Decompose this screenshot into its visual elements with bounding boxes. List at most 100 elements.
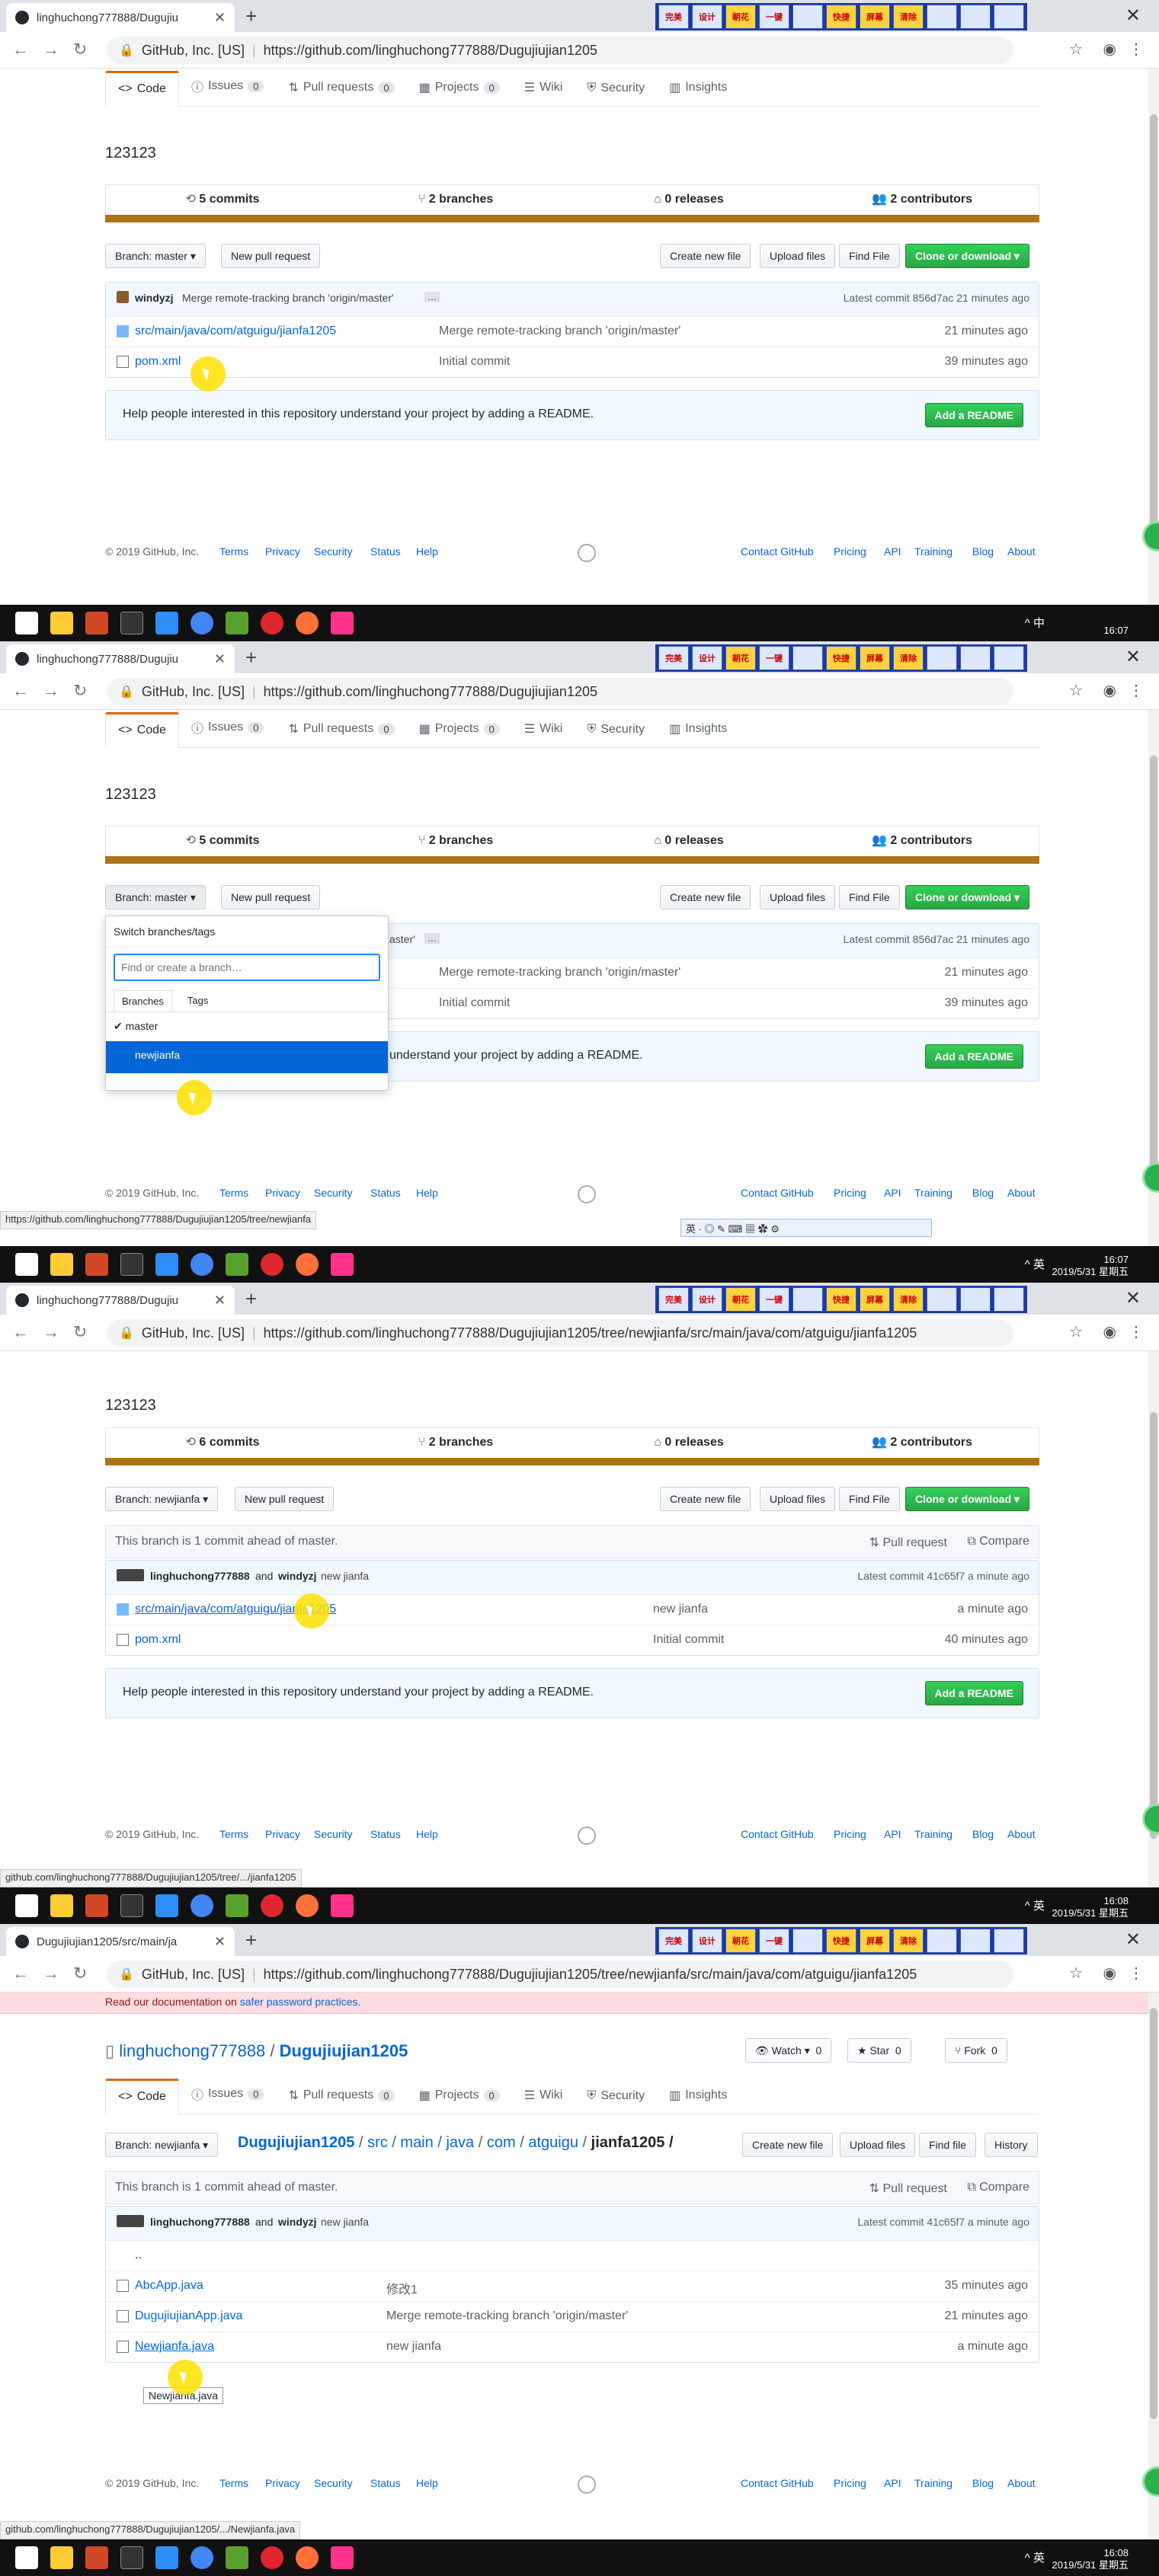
ext-button[interactable] (960, 1929, 991, 1953)
footer-privacy[interactable]: Privacy (265, 1828, 300, 1840)
footer-privacy[interactable]: Privacy (265, 2477, 300, 2489)
app-icon[interactable] (155, 2546, 178, 2569)
ext-button[interactable]: 清除 (893, 1929, 924, 1953)
ext-button[interactable]: 清除 (893, 1287, 924, 1312)
branches-link[interactable]: ⑂ 2 branches (339, 185, 572, 215)
github-logo-icon[interactable] (578, 2475, 596, 2494)
url-field[interactable]: 🔒 GitHub, Inc. [US] | https://github.com… (107, 37, 1013, 64)
row-commit-message[interactable]: Merge remote-tracking branch 'origin/mas… (439, 966, 680, 980)
new-tab-button[interactable]: + (245, 1287, 257, 1311)
star-button[interactable]: ★ Star 0 (847, 2038, 911, 2063)
row-commit-message[interactable]: new jianfa (653, 1603, 708, 1616)
system-tray[interactable]: ^ 英 (1025, 1256, 1045, 1272)
contributors-link[interactable]: 👥 2 contributors (805, 185, 1039, 215)
pull-request-link[interactable]: ⇅ Pull request (869, 1535, 947, 1550)
breadcrumb-item[interactable]: src (367, 2134, 388, 2151)
footer-blog[interactable]: Blog (972, 545, 994, 558)
opera-icon[interactable] (261, 1253, 283, 1276)
ext-button[interactable] (960, 1287, 991, 1312)
ext-button[interactable] (994, 1287, 1024, 1312)
taskbar-clock[interactable]: 16:07 2019/5/31 星期五 (1052, 1254, 1129, 1278)
footer-api[interactable]: API (884, 1187, 901, 1199)
fork-button[interactable]: ⑂ Fork 0 (945, 2038, 1007, 2063)
close-tab-icon[interactable]: ✕ (214, 651, 226, 667)
tab-pulls[interactable]: ⇅ Pull requests 0 (276, 80, 406, 106)
footer-training[interactable]: Training (914, 545, 952, 558)
contributors-link[interactable]: 👥 2 contributors (805, 1428, 1039, 1458)
footer-training[interactable]: Training (914, 1187, 952, 1199)
ext-button[interactable] (792, 5, 823, 29)
footer-training[interactable]: Training (914, 1828, 952, 1840)
menu-icon[interactable]: ⋮ (1129, 40, 1144, 59)
footer-api[interactable]: API (884, 545, 901, 558)
app-icon[interactable] (155, 1253, 178, 1276)
opera-icon[interactable] (261, 2546, 283, 2569)
browser-tab[interactable]: linghuchong777888/Dugujiu ✕ (6, 644, 235, 673)
footer-privacy[interactable]: Privacy (265, 1187, 300, 1199)
repo-owner-link[interactable]: linghuchong777888 (119, 2041, 265, 2060)
ext-button[interactable]: 快捷 (826, 5, 856, 29)
footer-help[interactable]: Help (416, 1187, 438, 1199)
forward-icon[interactable]: → (43, 681, 59, 701)
back-icon[interactable]: ← (12, 1322, 29, 1342)
ext-button[interactable]: 完美 (658, 5, 689, 29)
browser-tab[interactable]: linghuchong777888/Dugujiu ✕ (6, 1286, 235, 1315)
clone-download-button[interactable]: Clone or download ▾ (905, 1487, 1029, 1511)
profile-icon[interactable]: ◉ (1103, 1322, 1116, 1341)
branch-select-button[interactable]: Branch: master ▾ (105, 244, 206, 268)
find-file-button[interactable]: Find File (839, 1487, 900, 1511)
taskbar-clock[interactable]: 16:08 2019/5/31 星期五 (1052, 1895, 1129, 1919)
latest-commit[interactable]: Latest commit 41c65f7 a minute ago (857, 1570, 1029, 1582)
history-button[interactable]: History (985, 2133, 1038, 2157)
ext-button[interactable]: 一键 (759, 646, 789, 670)
breadcrumb-item[interactable]: atguigu (528, 2134, 578, 2151)
table-row-parent[interactable]: .. (106, 2240, 1039, 2271)
footer-contact[interactable]: Contact GitHub (741, 1187, 814, 1199)
upload-files-button[interactable]: Upload files (760, 1487, 836, 1511)
tab-projects[interactable]: ▦ Projects 0 (407, 721, 512, 747)
ext-button[interactable]: 快捷 (826, 646, 856, 670)
github-logo-icon[interactable] (578, 1185, 596, 1203)
ext-button[interactable]: 屏幕 (860, 1929, 890, 1953)
window-close-icon[interactable]: ✕ (1125, 646, 1141, 668)
ext-button[interactable] (792, 1929, 823, 1953)
commit-expand-button[interactable]: … (424, 292, 440, 302)
file-link[interactable]: Newjianfa.java (135, 2340, 214, 2354)
create-new-file-button[interactable]: Create new file (660, 244, 751, 268)
breadcrumb-item[interactable]: Dugujiujian1205 (238, 2134, 354, 2151)
commits-link[interactable]: ⟲ 5 commits (106, 185, 339, 215)
ext-button[interactable]: 朝花 (725, 5, 756, 29)
url-field[interactable]: 🔒 GitHub, Inc. [US] | https://github.com… (107, 1961, 1013, 1988)
taskbar-clock[interactable]: 16:08 2019/5/31 星期五 (1052, 2547, 1129, 2571)
ext-button[interactable]: 屏幕 (860, 5, 890, 29)
footer-privacy[interactable]: Privacy (265, 545, 300, 558)
find-file-button[interactable]: Find File (839, 244, 900, 268)
intellij-icon[interactable] (331, 1253, 354, 1276)
tab-wiki[interactable]: ☰ Wiki (512, 721, 575, 747)
tab-pulls[interactable]: ⇅ Pull requests 0 (276, 2088, 406, 2114)
url-field[interactable]: 🔒 GitHub, Inc. [US] | https://github.com… (107, 678, 1013, 705)
powerpoint-icon[interactable] (85, 1894, 108, 1917)
close-tab-icon[interactable]: ✕ (214, 10, 226, 26)
ext-button[interactable]: 设计 (692, 646, 722, 670)
ext-button[interactable]: 设计 (692, 1929, 722, 1953)
terminal-icon[interactable] (120, 612, 143, 634)
commit-author[interactable]: windyzj (278, 2216, 317, 2228)
github-logo-icon[interactable] (578, 1827, 596, 1845)
commit-message[interactable]: new jianfa (321, 2216, 369, 2228)
tab-wiki[interactable]: ☰ Wiki (512, 2088, 575, 2114)
commit-author[interactable]: linghuchong777888 (150, 1570, 250, 1582)
footer-contact[interactable]: Contact GitHub (741, 1828, 814, 1840)
upload-files-button[interactable]: Upload files (760, 244, 836, 268)
ext-button[interactable]: 一键 (759, 1287, 789, 1312)
start-icon[interactable] (15, 1253, 38, 1276)
powerpoint-icon[interactable] (85, 1253, 108, 1276)
window-close-icon[interactable]: ✕ (1125, 5, 1141, 27)
ext-button[interactable]: 一键 (759, 5, 789, 29)
intellij-icon[interactable] (331, 2546, 354, 2569)
repo-name-link[interactable]: Dugujiujian1205 (280, 2041, 408, 2060)
tab-security[interactable]: ⛨ Security (575, 81, 657, 106)
ext-button[interactable] (960, 646, 991, 670)
contributors-link[interactable]: 👥 2 contributors (805, 826, 1039, 856)
terminal-icon[interactable] (120, 1253, 143, 1276)
